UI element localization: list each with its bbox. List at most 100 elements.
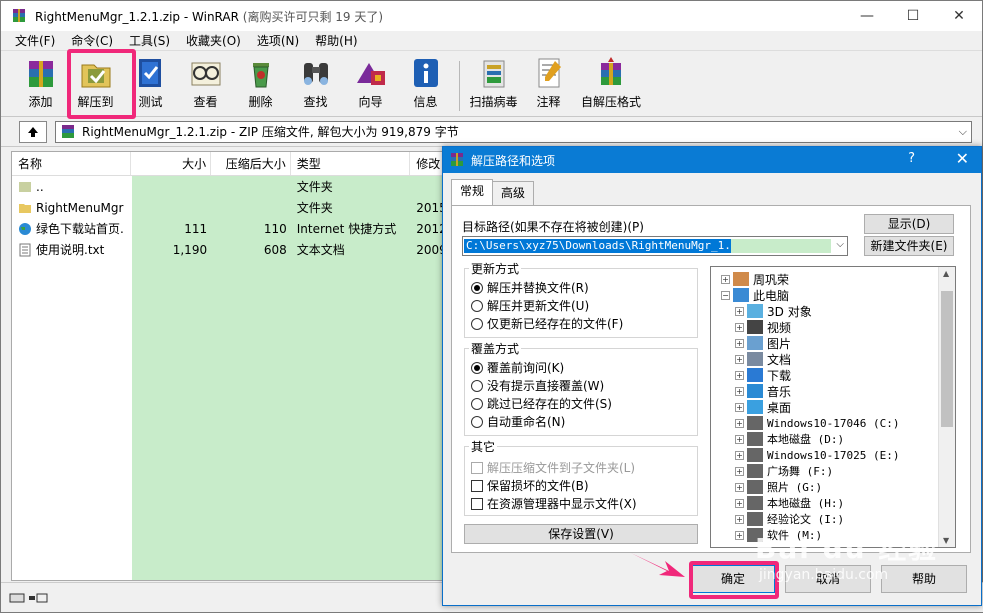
- tree-item[interactable]: − 此电脑: [721, 287, 789, 303]
- tree-item[interactable]: + Windows10-17046 (C:): [735, 415, 899, 431]
- add-label: 添加: [28, 95, 53, 109]
- dialog-close-button[interactable]: ✕: [956, 149, 969, 168]
- sfx-button[interactable]: 自解压格式: [576, 55, 646, 115]
- file-row[interactable]: .. 文件夹: [12, 176, 450, 197]
- expand-toggle-icon[interactable]: +: [735, 402, 744, 412]
- menu-favorites[interactable]: 收藏夹(O): [178, 32, 249, 49]
- radio-fresh-existing[interactable]: 仅更新已经存在的文件(F): [471, 315, 623, 332]
- expand-toggle-icon[interactable]: +: [735, 466, 744, 476]
- sfx-label: 自解压格式: [580, 95, 641, 109]
- file-row[interactable]: 使用说明.txt 1,190 608 文本文档 2009: [12, 239, 450, 260]
- tree-item[interactable]: + 下载: [735, 367, 791, 383]
- path-label: 目标路径(如果不存在将被创建)(P): [462, 220, 644, 234]
- tree-item[interactable]: + 音乐: [735, 383, 791, 399]
- folder-tree[interactable]: + 周巩荣 − 此电脑 +3D 对象 + 视频 + 图片 + 文档 + 下载 + 音乐 + 桌面 + Windows…: [710, 266, 956, 548]
- expand-toggle-icon[interactable]: +: [735, 354, 744, 364]
- extract-dialog: 解压路径和选项 ? ✕ 常规 高级 目标路径(如果不存在将被创建)(P) C:\…: [442, 146, 982, 606]
- tree-item[interactable]: + 周巩荣: [721, 271, 789, 287]
- radio-extract-update[interactable]: 解压并更新文件(U): [471, 297, 589, 314]
- tree-item[interactable]: + 图片: [735, 335, 791, 351]
- add-button[interactable]: 添加: [13, 55, 68, 115]
- up-folder-button[interactable]: [19, 120, 47, 143]
- expand-toggle-icon[interactable]: −: [721, 290, 730, 300]
- tab-general[interactable]: 常规: [451, 179, 494, 205]
- chevron-down-icon[interactable]: ⌵: [959, 125, 967, 139]
- column-packed[interactable]: 压缩后大小: [211, 152, 291, 175]
- address-bar: RightMenuMgr_1.2.1.zip - ZIP 压缩文件, 解包大小为…: [1, 117, 982, 147]
- expand-toggle-icon[interactable]: +: [735, 370, 744, 380]
- radio-overwrite-no-prompt[interactable]: 没有提示直接覆盖(W): [471, 377, 604, 394]
- tree-item[interactable]: + 文档: [735, 351, 791, 367]
- virus-scan-icon: [483, 60, 504, 88]
- menu-file[interactable]: 文件(F): [7, 32, 63, 49]
- column-name[interactable]: 名称: [12, 152, 132, 175]
- expand-toggle-icon[interactable]: +: [735, 482, 744, 492]
- expand-toggle-icon[interactable]: +: [735, 386, 744, 396]
- radio-skip-existing[interactable]: 跳过已经存在的文件(S): [471, 395, 612, 412]
- zip-archive-icon: [62, 124, 74, 138]
- tree-item[interactable]: + 本地磁盘 (D:): [735, 431, 844, 447]
- dialog-help-button[interactable]: ?: [908, 151, 915, 166]
- find-button[interactable]: 查找: [288, 55, 343, 115]
- expand-toggle-icon[interactable]: +: [735, 530, 744, 540]
- tree-item[interactable]: + 视频: [735, 319, 791, 335]
- tree-item[interactable]: + 照片 (G:): [735, 479, 822, 495]
- file-type: 文本文档: [296, 243, 345, 257]
- radio-extract-replace[interactable]: 解压并替换文件(R): [471, 279, 589, 296]
- column-type[interactable]: 类型: [291, 152, 411, 175]
- delete-label: 删除: [248, 95, 273, 109]
- checkbox-extract-subfolder[interactable]: 解压压缩文件到子文件夹(L): [471, 459, 635, 476]
- view-button[interactable]: 查看: [178, 55, 233, 115]
- tree-item-label: Windows10-17046 (C:): [767, 416, 900, 430]
- wizard-button[interactable]: 向导: [343, 55, 398, 115]
- expand-toggle-icon[interactable]: +: [735, 434, 744, 444]
- radio-ask-before[interactable]: 覆盖前询问(K): [471, 359, 564, 376]
- tree-item[interactable]: + 经验论文 (I:): [735, 511, 844, 527]
- downloads-icon: [747, 368, 763, 382]
- expand-toggle-icon[interactable]: +: [735, 306, 744, 316]
- comment-icon: [538, 58, 561, 88]
- close-button[interactable]: ✕: [936, 1, 982, 31]
- new-folder-button[interactable]: 新建文件夹(E): [864, 236, 954, 256]
- address-field[interactable]: RightMenuMgr_1.2.1.zip - ZIP 压缩文件, 解包大小为…: [55, 120, 972, 143]
- file-name: RightMenuMgr: [36, 200, 124, 215]
- tree-item[interactable]: + 广场舞 (F:): [735, 463, 833, 479]
- tab-advanced[interactable]: 高级: [492, 181, 535, 205]
- chevron-down-icon[interactable]: ⌵: [836, 239, 844, 250]
- find-label: 查找: [303, 95, 328, 109]
- music-icon: [747, 384, 763, 398]
- menu-options[interactable]: 选项(N): [249, 32, 307, 49]
- checkbox-show-in-explorer[interactable]: 在资源管理器中显示文件(X): [471, 495, 637, 512]
- menu-help[interactable]: 帮助(H): [307, 32, 365, 49]
- radio-auto-rename[interactable]: 自动重命名(N): [471, 413, 565, 430]
- help-button[interactable]: 帮助: [881, 565, 967, 593]
- info-button[interactable]: 信息: [398, 55, 453, 115]
- checkbox-keep-broken[interactable]: 保留损坏的文件(B): [471, 477, 589, 494]
- virus-scan-button[interactable]: 扫描病毒: [466, 55, 521, 115]
- tree-item[interactable]: + 本地磁盘 (H:): [735, 495, 844, 511]
- expand-toggle-icon[interactable]: +: [735, 322, 744, 332]
- tree-scrollbar[interactable]: ▲ ▼: [938, 267, 955, 547]
- show-button[interactable]: 显示(D): [864, 214, 954, 234]
- expand-toggle-icon[interactable]: +: [735, 450, 744, 460]
- file-row[interactable]: 绿色下载站首页. 111 110 Internet 快捷方式 2012: [12, 218, 450, 239]
- destination-path-input[interactable]: C:\Users\xyz75\Downloads\RightMenuMgr_1.…: [462, 236, 848, 256]
- menu-tools[interactable]: 工具(S): [121, 32, 178, 49]
- expand-toggle-icon[interactable]: +: [735, 338, 744, 348]
- expand-toggle-icon[interactable]: +: [721, 274, 730, 284]
- tree-item[interactable]: + 桌面: [735, 399, 791, 415]
- minimize-button[interactable]: —: [844, 1, 890, 31]
- delete-button[interactable]: 删除: [233, 55, 288, 115]
- tree-item[interactable]: +3D 对象: [735, 303, 812, 319]
- tree-item[interactable]: + Windows10-17025 (E:): [735, 447, 899, 463]
- winrar-dialog-icon: [451, 153, 463, 166]
- file-row[interactable]: RightMenuMgr 文件夹 2015: [12, 197, 450, 218]
- comment-button[interactable]: 注释: [521, 55, 576, 115]
- expand-toggle-icon[interactable]: +: [735, 418, 744, 428]
- maximize-button[interactable]: ☐: [890, 1, 936, 31]
- menu-commands[interactable]: 命令(C): [63, 32, 121, 49]
- expand-toggle-icon[interactable]: +: [735, 498, 744, 508]
- column-size[interactable]: 大小: [131, 152, 212, 175]
- save-settings-button[interactable]: 保存设置(V): [464, 524, 698, 544]
- expand-toggle-icon[interactable]: +: [735, 514, 744, 524]
